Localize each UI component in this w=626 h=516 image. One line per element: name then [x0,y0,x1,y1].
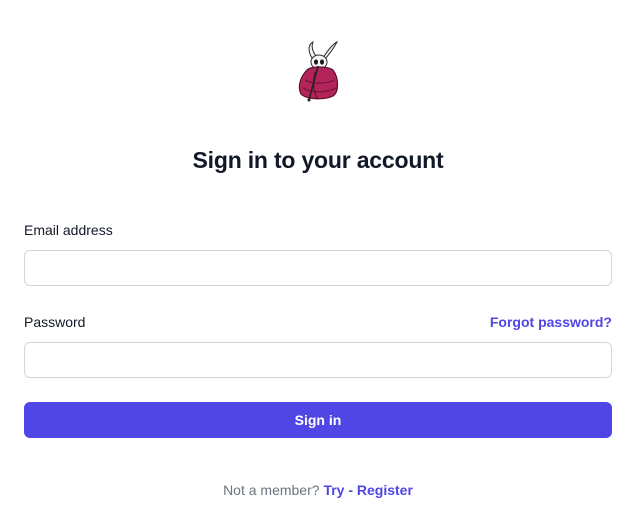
register-prompt-text: Not a member? [223,482,320,498]
page-title: Sign in to your account [192,147,444,173]
forgot-password-link[interactable]: Forgot password? [490,312,612,332]
email-label: Email address [24,222,113,238]
password-label: Password [24,314,86,330]
register-link[interactable]: Try - Register [323,482,412,498]
email-input[interactable] [24,250,612,286]
password-input[interactable] [24,342,612,378]
logo-icon [298,40,339,102]
sign-in-button[interactable]: Sign in [24,402,612,438]
register-prompt: Not a member? Try - Register [0,480,626,500]
